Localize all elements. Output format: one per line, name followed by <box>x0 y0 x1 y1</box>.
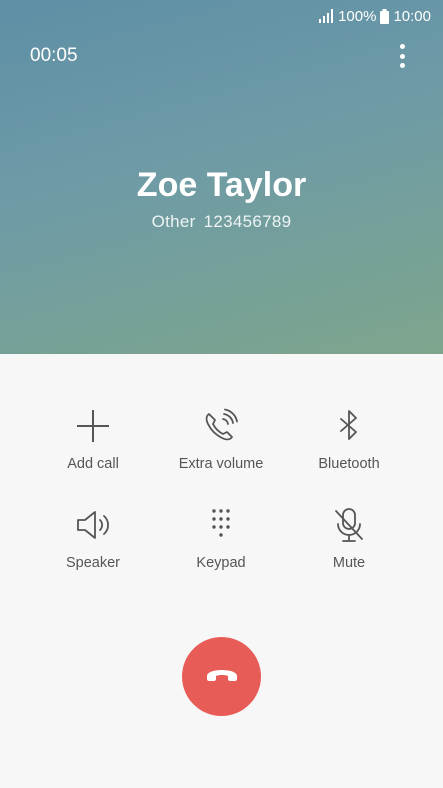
keypad-label: Keypad <box>196 555 246 571</box>
end-call-icon <box>204 656 240 697</box>
speaker-icon <box>73 505 113 545</box>
keypad-icon <box>201 505 241 545</box>
mute-button[interactable]: Mute <box>285 505 413 571</box>
keypad-button[interactable]: Keypad <box>157 505 285 571</box>
bluetooth-label: Bluetooth <box>318 456 380 472</box>
add-call-label: Add call <box>67 456 119 472</box>
speaker-label: Speaker <box>65 555 120 571</box>
bluetooth-icon <box>329 406 369 446</box>
call-timer: 00:05 <box>30 45 78 66</box>
phone-number: 123456789 <box>203 212 292 231</box>
mute-label: Mute <box>332 555 366 571</box>
contact-name: Zoe Taylor <box>136 166 307 204</box>
number-label: Other <box>151 212 196 231</box>
add-call-button[interactable]: Add call <box>29 406 157 472</box>
extra-volume-label: Extra volume <box>178 456 264 472</box>
status-bar: 100% 10:00 <box>318 6 431 26</box>
more-options-icon[interactable] <box>397 44 407 68</box>
battery-icon <box>380 8 390 24</box>
extra-volume-icon <box>201 406 241 446</box>
clock: 10:00 <box>393 7 431 25</box>
call-controls: Add call Extra volume Bluetooth Speaker … <box>29 406 414 571</box>
end-call-button[interactable] <box>182 637 261 716</box>
signal-icon <box>318 9 334 23</box>
call-header: 100% 10:00 00:05 Zoe Taylor Other 1234567… <box>0 0 443 354</box>
speaker-button[interactable]: Speaker <box>29 505 157 571</box>
extra-volume-button[interactable]: Extra volume <box>157 406 285 472</box>
plus-icon <box>73 406 113 446</box>
bluetooth-button[interactable]: Bluetooth <box>285 406 413 472</box>
battery-percent: 100% <box>338 7 377 25</box>
mute-icon <box>329 505 369 545</box>
contact-number-line: Other 123456789 <box>0 212 443 232</box>
